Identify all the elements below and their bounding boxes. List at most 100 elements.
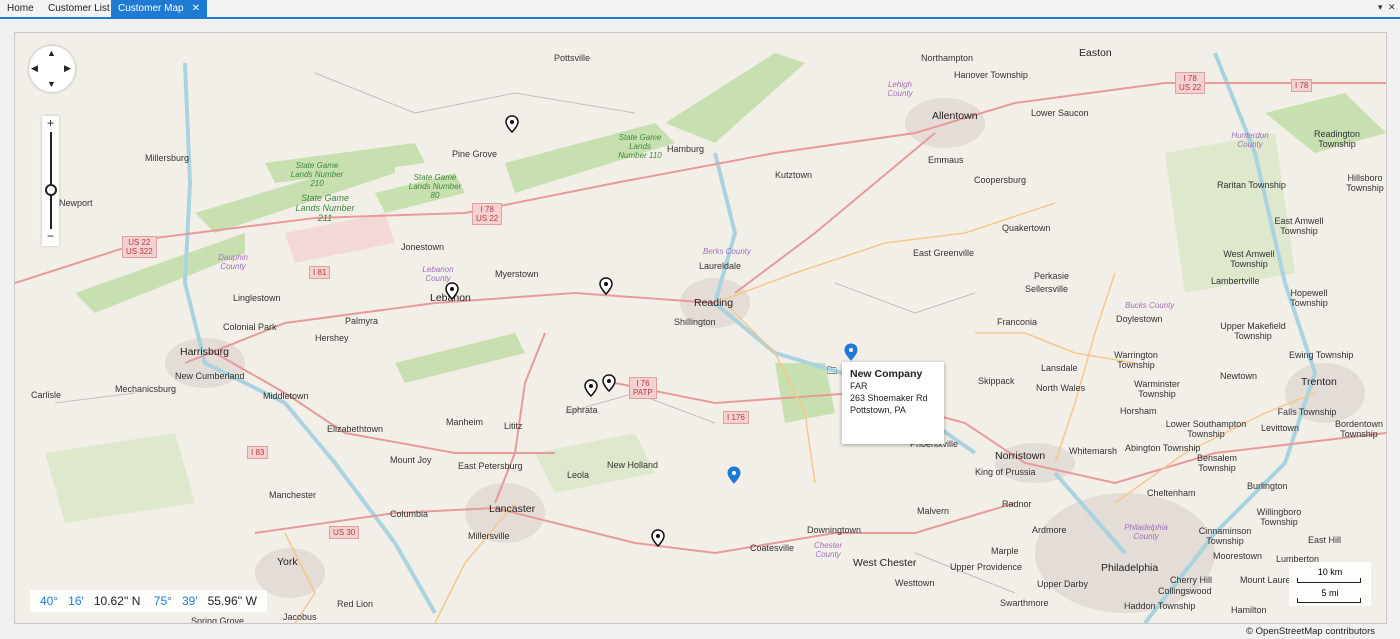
map-label: Perkasie	[1034, 271, 1070, 281]
map-label: Doylestown	[1116, 314, 1163, 324]
map-label: Lancaster	[489, 503, 536, 515]
tab-customer-map-label: Customer Map	[118, 3, 184, 14]
zoom-in-button[interactable]: +	[42, 116, 59, 130]
window-close-icon[interactable]: ✕	[1388, 2, 1396, 13]
map-label: Upper Providence	[950, 562, 1023, 572]
map-label: King of Prussia	[975, 467, 1036, 477]
map-label: Newport	[59, 198, 93, 208]
pan-right-icon[interactable]: ▶	[64, 63, 71, 74]
map-label: Hershey	[315, 333, 349, 343]
map-label: Chester County	[813, 541, 842, 559]
map-label: Collingswood	[1158, 586, 1212, 596]
highway-shield: I 81	[309, 266, 331, 279]
selected-pin-icon[interactable]	[844, 343, 858, 361]
map-label: Sellersville	[1025, 284, 1069, 294]
map-label: Lehigh County	[887, 80, 913, 98]
map-label: State Game Lands Number 110	[618, 133, 662, 160]
map-label: Easton	[1079, 47, 1112, 59]
pan-down-icon[interactable]: ▼	[47, 79, 56, 89]
map-label: Allentown	[932, 110, 978, 122]
map-label: Leola	[567, 470, 590, 480]
map-label: Trenton	[1301, 376, 1337, 388]
scale-mi-bar	[1297, 598, 1361, 603]
map-label: Westtown	[895, 578, 935, 588]
map-label: East Amwell Township	[1274, 216, 1324, 236]
map-label: Emmaus	[928, 155, 964, 165]
map-label: Cherry Hill	[1170, 575, 1213, 585]
popup-line: FAR	[850, 381, 868, 391]
map-label: Lititz	[504, 421, 523, 431]
map-label: Mount Joy	[390, 455, 432, 465]
map-label: Ardmore	[1032, 525, 1067, 535]
scale-bar: 10 km 5 mi	[1289, 562, 1371, 606]
map-label: Swarthmore	[1000, 598, 1049, 608]
map-label: Abington Township	[1125, 443, 1201, 453]
lon-seconds: 55.96'' W	[207, 594, 257, 608]
map-label: Raritan Township	[1217, 180, 1286, 190]
map-label: Lower Southampton Township	[1165, 419, 1247, 439]
pan-control[interactable]: ▲ ▼ ◀ ▶	[29, 46, 75, 92]
lat-degrees: 40°	[40, 594, 59, 608]
map-label: Cheltenham	[1147, 488, 1196, 498]
map-label: Hillsboro Township	[1346, 173, 1384, 193]
map-label: Lambertville	[1211, 276, 1260, 286]
map-attribution[interactable]: © OpenStreetMap contributors	[1246, 626, 1375, 637]
popup-line: 263 Shoemaker Rd	[850, 393, 928, 403]
highway-shield: I 83	[247, 446, 269, 459]
customer-pin-icon[interactable]	[651, 529, 665, 547]
pan-left-icon[interactable]: ◀	[31, 63, 38, 74]
map-label: East Hill	[1308, 535, 1342, 545]
zoom-slider-track[interactable]	[50, 132, 52, 229]
map-label: Hunterdon County	[1231, 131, 1269, 149]
map-label: Upper Makefield Township	[1220, 321, 1286, 341]
pan-up-icon[interactable]: ▲	[47, 48, 56, 58]
map-label: Middletown	[263, 391, 309, 401]
map-label: Skippack	[978, 376, 1015, 386]
map-label: Bordentown Township	[1334, 419, 1384, 439]
map-label: Readington Township	[1313, 129, 1361, 149]
tab-customer-list[interactable]: Customer List	[41, 0, 117, 17]
map-label: Moorestown	[1213, 551, 1263, 561]
folder-icon[interactable]: 🗀	[827, 364, 837, 381]
zoom-out-button[interactable]: −	[42, 229, 59, 243]
map-label: New Holland	[607, 460, 659, 470]
tab-customer-list-label: Customer List	[48, 3, 110, 14]
map-label: Jacobus	[283, 612, 317, 622]
tab-customer-map[interactable]: Customer Map ✕	[111, 0, 207, 17]
popup-title: New Company	[850, 368, 923, 380]
map-label: Philadelphia	[1101, 562, 1159, 574]
highway-shield: I 78	[1291, 79, 1313, 92]
map-label: East Petersburg	[458, 461, 523, 471]
map-label: Haddon Township	[1124, 601, 1196, 611]
map-label: Ewing Township	[1289, 350, 1354, 360]
scale-km-label: 10 km	[1317, 567, 1343, 577]
customer-pin-icon[interactable]	[602, 374, 616, 392]
map-label: Myerstown	[495, 269, 539, 279]
zoom-slider-handle[interactable]	[45, 184, 57, 196]
map-label: Falls Township	[1277, 407, 1337, 417]
map-label: Carlisle	[31, 390, 62, 400]
map-label: York	[277, 556, 298, 568]
lat-seconds: 10.62'' N	[93, 594, 141, 608]
customer-pin-icon[interactable]	[505, 115, 519, 133]
tab-close-icon[interactable]: ✕	[192, 3, 200, 14]
map-label: Upper Darby	[1037, 579, 1089, 589]
map-label: Red Lion	[337, 599, 374, 609]
map-label: New Cumberland	[175, 371, 245, 381]
customer-pin-icon[interactable]	[599, 277, 613, 295]
tab-dropdown-icon[interactable]: ▾	[1378, 2, 1383, 13]
map-label: Bucks County	[1125, 301, 1175, 310]
scale-km-bar	[1297, 578, 1361, 583]
map-label: Lansdale	[1041, 363, 1078, 373]
map-label: Coatesville	[750, 543, 795, 553]
map-label: State Game Lands Number 210	[290, 161, 344, 188]
map-label: State Game Lands Number 211	[295, 193, 355, 223]
map-label: Radnor	[1002, 499, 1032, 509]
map-view[interactable]: Pottsville Northampton Easton Hanover To…	[14, 32, 1387, 624]
map-label: Palmyra	[345, 316, 379, 326]
location-pin-icon[interactable]	[727, 466, 741, 484]
tab-home[interactable]: Home	[0, 0, 41, 17]
customer-pin-icon[interactable]	[445, 282, 459, 300]
highway-shield: I 76 PATP	[629, 377, 657, 399]
customer-pin-icon[interactable]	[584, 379, 598, 397]
